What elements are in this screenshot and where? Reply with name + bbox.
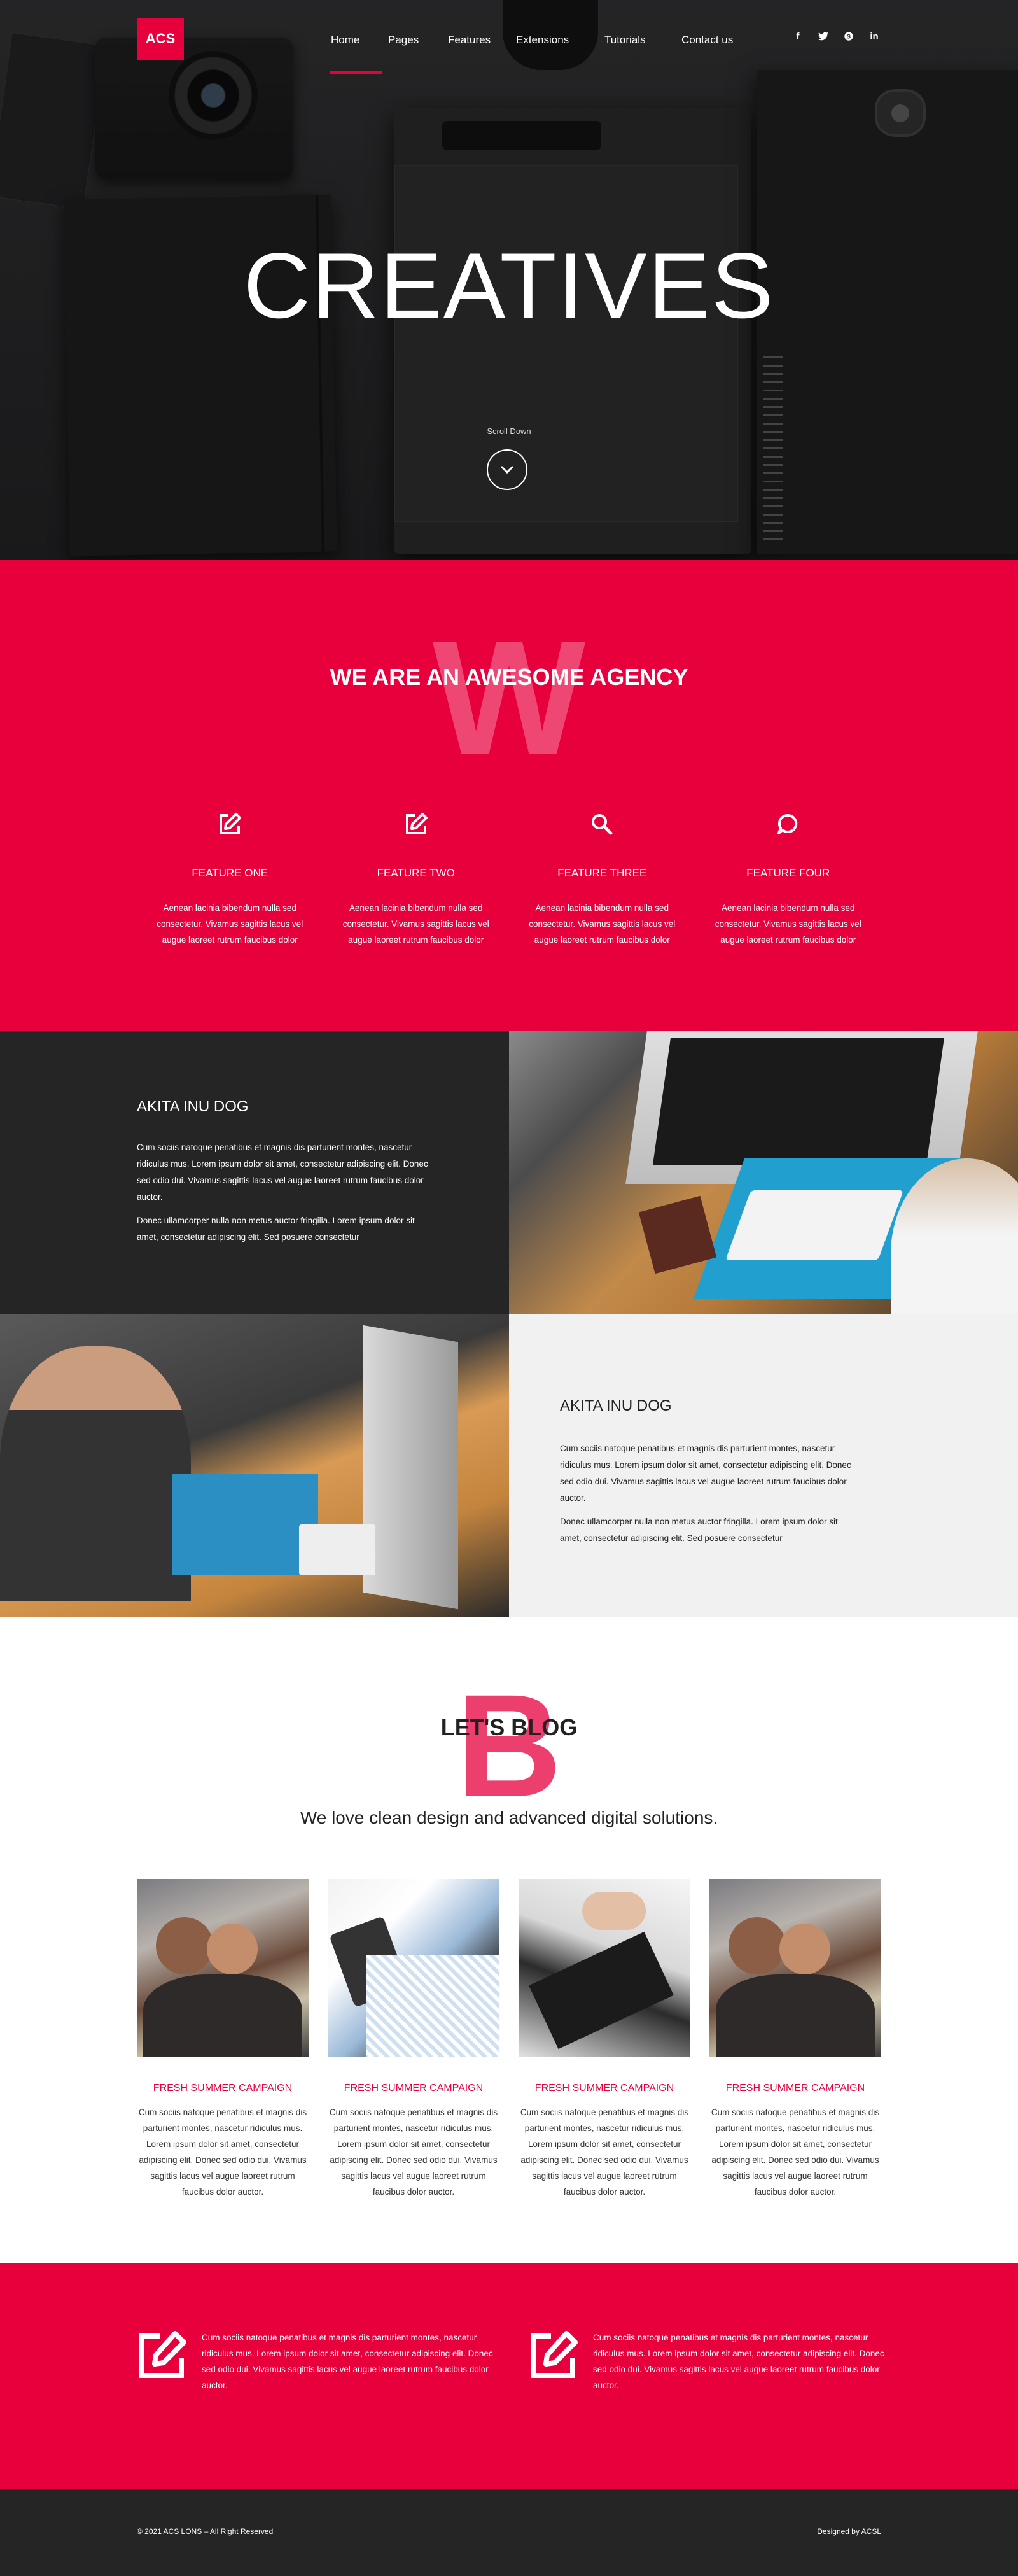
callout-text: Cum sociis natoque penatibus et magnis d…	[202, 2333, 493, 2390]
search-icon	[592, 814, 613, 835]
blog-watermark-letter: B	[456, 1664, 562, 1827]
man-at-computer-photo	[0, 1314, 509, 1617]
post-title[interactable]: FRESH SUMMER CAMPAIGN	[519, 2083, 690, 2094]
svg-text:S: S	[847, 33, 851, 39]
callout-item: Cum sociis natoque penatibus et magnis d…	[528, 2330, 892, 2393]
post-excerpt: Cum sociis natoque penatibus et magnis d…	[329, 2108, 498, 2197]
twitter-icon[interactable]	[818, 31, 829, 42]
feature-item: FEATURE TWO Aenean lacinia bibendum null…	[323, 802, 510, 948]
blog-section: B LET'S BLOG We love clean design and ad…	[0, 1617, 1018, 2263]
hero-section: ACS Home Pages Features Extensions Tutor…	[0, 0, 1018, 560]
chat-icon	[777, 813, 798, 834]
main-nav: Home Pages Features Extensions Tutorials…	[330, 0, 758, 75]
blog-post: FRESH SUMMER CAMPAIGN Cum sociis natoque…	[137, 1879, 309, 2200]
scroll-down-button[interactable]	[487, 449, 527, 490]
skype-icon[interactable]: S	[843, 31, 854, 42]
navbar: ACS Home Pages Features Extensions Tutor…	[0, 0, 1018, 75]
callout-section: Cum sociis natoque penatibus et magnis d…	[0, 2263, 1018, 2489]
desk-photo	[509, 1031, 1018, 1314]
edit-icon	[220, 813, 242, 834]
blog-heading: LET'S BLOG	[440, 1714, 578, 1740]
about-text-panel: AKITA INU DOG Cum sociis natoque penatib…	[509, 1314, 1018, 1617]
agency-section: W WE ARE AN AWESOME AGENCY FEATURE ONE A…	[0, 560, 1018, 1031]
nav-item-home[interactable]: Home	[330, 0, 382, 75]
feature-text: Aenean lacinia bibendum nulla sed consec…	[342, 903, 489, 945]
about-paragraph: Donec ullamcorper nulla non metus auctor…	[137, 1216, 415, 1242]
scroll-down-label: Scroll Down	[487, 426, 531, 436]
agency-heading: WE ARE AN AWESOME AGENCY	[330, 664, 688, 690]
about-text-panel: AKITA INU DOG Cum sociis natoque penatib…	[0, 1031, 509, 1314]
post-excerpt: Cum sociis natoque penatibus et magnis d…	[711, 2108, 880, 2197]
chevron-down-icon	[501, 466, 513, 474]
post-title[interactable]: FRESH SUMMER CAMPAIGN	[709, 2083, 881, 2094]
designed-by-text[interactable]: Designed by ACSL	[817, 2527, 881, 2536]
about-paragraph: Cum sociis natoque penatibus et magnis d…	[137, 1143, 428, 1202]
callout-text: Cum sociis natoque penatibus et magnis d…	[593, 2333, 884, 2390]
post-excerpt: Cum sociis natoque penatibus et magnis d…	[138, 2108, 307, 2197]
blog-posts: FRESH SUMMER CAMPAIGN Cum sociis natoque…	[137, 1879, 881, 2200]
footer: © 2021 ACS LONS – All Right Reserved Des…	[0, 2489, 1018, 2576]
blog-post: FRESH SUMMER CAMPAIGN Cum sociis natoque…	[709, 1879, 881, 2200]
feature-title: FEATURE FOUR	[746, 867, 830, 879]
logo[interactable]: ACS	[137, 18, 184, 60]
copyright-text: © 2021 ACS LONS – All Right Reserved	[137, 2527, 274, 2536]
post-thumbnail[interactable]	[709, 1879, 881, 2057]
blog-subtitle: We love clean design and advanced digita…	[300, 1808, 718, 1827]
about-section-1: AKITA INU DOG Cum sociis natoque penatib…	[0, 1031, 1018, 1314]
post-thumbnail[interactable]	[519, 1879, 690, 2057]
blog-post: FRESH SUMMER CAMPAIGN Cum sociis natoque…	[328, 1879, 499, 2200]
nav-item-pages[interactable]: Pages	[380, 0, 442, 75]
hero-title: CREATIVES	[243, 234, 775, 337]
edit-icon	[531, 2331, 578, 2378]
social-links: f S in	[792, 31, 880, 42]
callout-item: Cum sociis natoque penatibus et magnis d…	[137, 2330, 501, 2393]
about-paragraph: Cum sociis natoque penatibus et magnis d…	[560, 1444, 851, 1503]
nav-item-tutorials[interactable]: Tutorials	[604, 0, 681, 75]
nav-item-contact[interactable]: Contact us	[681, 0, 758, 75]
feature-item: FEATURE FOUR Aenean lacinia bibendum nul…	[695, 802, 882, 948]
linkedin-icon[interactable]: in	[868, 31, 880, 42]
about-title: AKITA INU DOG	[560, 1397, 672, 1414]
feature-text: Aenean lacinia bibendum nulla sed consec…	[715, 903, 861, 945]
edit-icon	[139, 2331, 186, 2378]
about-paragraph: Donec ullamcorper nulla non metus auctor…	[560, 1517, 838, 1543]
edit-icon	[405, 813, 428, 834]
feature-item: FEATURE THREE Aenean lacinia bibendum nu…	[509, 802, 695, 948]
post-thumbnail[interactable]	[328, 1879, 499, 2057]
agency-watermark-letter: W	[432, 607, 586, 789]
about-section-2: AKITA INU DOG Cum sociis natoque penatib…	[0, 1314, 1018, 1617]
features-list: FEATURE ONE Aenean lacinia bibendum null…	[137, 802, 881, 948]
post-title[interactable]: FRESH SUMMER CAMPAIGN	[137, 2083, 309, 2094]
post-thumbnail[interactable]	[137, 1879, 309, 2057]
nav-item-features[interactable]: Features	[442, 0, 516, 75]
feature-title: FEATURE THREE	[557, 867, 647, 879]
blog-post: FRESH SUMMER CAMPAIGN Cum sociis natoque…	[519, 1879, 690, 2200]
feature-title: FEATURE TWO	[377, 867, 455, 879]
facebook-icon[interactable]: f	[792, 31, 804, 42]
about-title: AKITA INU DOG	[137, 1098, 249, 1115]
post-title[interactable]: FRESH SUMMER CAMPAIGN	[328, 2083, 499, 2094]
feature-title: FEATURE ONE	[192, 867, 268, 879]
nav-item-extensions[interactable]: Extensions	[516, 0, 604, 75]
feature-text: Aenean lacinia bibendum nulla sed consec…	[157, 903, 303, 945]
feature-item: FEATURE ONE Aenean lacinia bibendum null…	[137, 802, 323, 948]
feature-text: Aenean lacinia bibendum nulla sed consec…	[529, 903, 676, 945]
post-excerpt: Cum sociis natoque penatibus et magnis d…	[520, 2108, 689, 2197]
